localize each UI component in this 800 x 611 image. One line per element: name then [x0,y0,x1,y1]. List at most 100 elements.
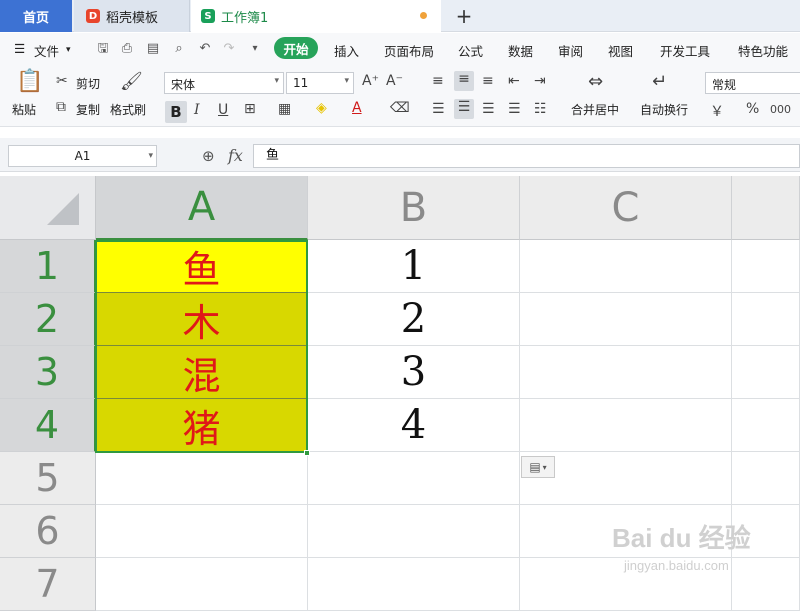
align-right-icon[interactable]: ☰ [482,101,495,117]
cell-a3[interactable]: 混 [96,346,308,399]
cell-c3[interactable] [520,346,732,399]
cell-b4[interactable]: 4 [308,399,520,452]
cell-b3[interactable]: 3 [308,346,520,399]
copy-button[interactable]: 复制 [76,101,100,118]
menu-developer[interactable]: 开发工具 [660,41,710,60]
print-preview-icon[interactable]: ⎙ [120,42,134,56]
cut-icon[interactable]: ✂ [56,73,68,89]
menu-insert[interactable]: 插入 [334,41,359,60]
row-header-7[interactable]: 7 [0,558,96,611]
fill-pattern-icon[interactable]: ▦ [278,101,291,117]
paste-icon[interactable]: 📋 [16,69,43,94]
wrap-text-button[interactable]: 自动换行 [640,101,688,118]
fill-color-icon[interactable]: ◈ [316,100,327,116]
format-painter-button[interactable]: 格式刷 [110,101,146,118]
new-tab-button[interactable]: + [452,2,476,30]
menu-page-layout[interactable]: 页面布局 [384,41,434,60]
menu-view[interactable]: 视图 [608,41,633,60]
print-icon[interactable]: ▤ [146,42,160,56]
cell-a1[interactable]: 鱼 [96,240,308,293]
merge-center-button[interactable]: 合并居中 [571,101,619,118]
tab-home[interactable]: 首页 [0,0,72,32]
formula-input[interactable]: 鱼 [253,144,800,168]
save-icon[interactable]: 🖫 [96,42,110,56]
menu-features[interactable]: 特色功能 [738,41,788,60]
row-header-3[interactable]: 3 [0,346,96,399]
border-icon[interactable]: ⊞ [244,101,256,117]
fx-button[interactable]: fx [228,146,243,165]
increase-font-button[interactable]: A⁺ [362,73,379,89]
cell-d3[interactable] [732,346,800,399]
cell-c4[interactable] [520,399,732,452]
underline-button[interactable]: U [218,102,228,118]
tab-templates[interactable]: D 稻壳模板 [74,0,190,32]
font-color-icon[interactable]: A [352,100,362,116]
tab-workbook[interactable]: S 工作簿1 [191,0,441,32]
percent-button[interactable]: % [746,101,759,117]
number-format-select[interactable]: 常规 [705,72,800,94]
cell-b5[interactable] [308,452,520,505]
format-painter-icon[interactable]: 🖌 [120,71,143,92]
align-center-icon[interactable]: ☰ [454,99,474,119]
more-icon[interactable]: ▾ [248,42,262,56]
menu-icon[interactable]: ☰ [14,41,25,56]
fill-handle[interactable] [304,450,310,456]
cell-d1[interactable] [732,240,800,293]
clear-icon[interactable]: ⌫ [390,100,410,116]
menu-formulas[interactable]: 公式 [458,41,483,60]
row-header-5[interactable]: 5 [0,452,96,505]
cell-d5[interactable] [732,452,800,505]
paste-options-button[interactable]: ▤ ▾ [521,456,555,478]
column-header-c[interactable]: C [520,176,732,240]
menu-review[interactable]: 审阅 [558,41,583,60]
cell-a2[interactable]: 木 [96,293,308,346]
align-left-icon[interactable]: ☰ [432,101,445,117]
menu-data[interactable]: 数据 [508,41,533,60]
currency-button[interactable]: ￥ [710,101,724,121]
row-header-4[interactable]: 4 [0,399,96,452]
cell-d4[interactable] [732,399,800,452]
menu-file[interactable]: 文件 [34,41,59,60]
cell-b1[interactable]: 1 [308,240,520,293]
row-header-1[interactable]: 1 [0,240,96,293]
decrease-font-button[interactable]: A⁻ [386,73,403,89]
column-header-b[interactable]: B [308,176,520,240]
italic-button[interactable]: I [194,102,200,118]
cell-a7[interactable] [96,558,308,611]
distribute-icon[interactable]: ☷ [534,101,547,117]
row-header-6[interactable]: 6 [0,505,96,558]
cell-c1[interactable] [520,240,732,293]
menu-home[interactable]: 开始 [274,37,318,59]
column-header-a[interactable]: A [96,176,308,240]
font-name-select[interactable]: 宋体 ▾ [164,72,284,94]
bold-button[interactable]: B [165,101,187,123]
thousands-button[interactable]: 000 [770,103,791,116]
undo-icon[interactable]: ↶ [198,42,212,56]
zoom-icon[interactable]: ⌕ [172,42,186,56]
copy-icon[interactable]: ⧉ [56,99,66,115]
justify-icon[interactable]: ☰ [508,101,521,117]
indent-icon[interactable]: ⇥ [534,73,546,89]
font-size-select[interactable]: 11 ▾ [286,72,354,94]
outdent-icon[interactable]: ⇤ [508,73,520,89]
cell-a5[interactable] [96,452,308,505]
cell-c2[interactable] [520,293,732,346]
chevron-down-icon[interactable]: ▾ [66,45,71,55]
cell-b2[interactable]: 2 [308,293,520,346]
cell-a4[interactable]: 猪 [96,399,308,452]
cut-button[interactable]: 剪切 [76,75,100,92]
align-bottom-icon[interactable]: ≡ [482,73,494,89]
merge-center-icon[interactable]: ⇔ [588,71,603,92]
row-header-2[interactable]: 2 [0,293,96,346]
paste-button[interactable]: 粘贴 [12,101,36,118]
wrap-text-icon[interactable]: ↵ [652,71,667,92]
cell-b7[interactable] [308,558,520,611]
redo-icon[interactable]: ↷ [222,42,236,56]
cell-a6[interactable] [96,505,308,558]
align-top-icon[interactable]: ≡ [432,73,444,89]
cell-d2[interactable] [732,293,800,346]
align-middle-icon[interactable]: ≡ [454,71,474,91]
select-all-corner[interactable] [0,176,96,240]
name-box[interactable]: A1 ▾ [8,145,157,167]
column-header-next[interactable] [732,176,800,240]
